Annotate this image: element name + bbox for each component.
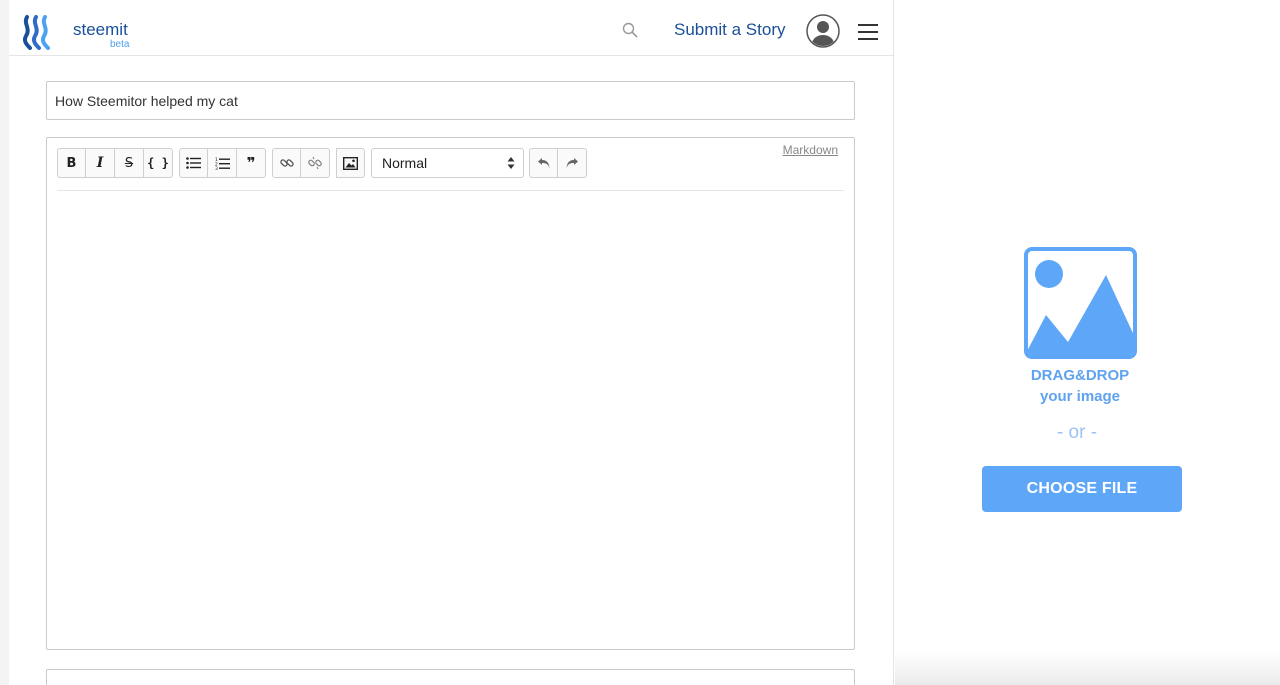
paragraph-format-value: Normal [382,155,428,171]
editor-content-area[interactable] [57,196,844,636]
markdown-toggle-link[interactable]: Markdown [783,143,838,157]
app-root: steemit beta Submit a Story How Steemito… [0,0,1280,685]
numbered-list-icon: 1 2 3 [215,157,230,170]
history-group [529,148,587,178]
select-arrows-icon [507,157,515,169]
redo-icon [566,158,578,168]
strikethrough-button[interactable]: S [115,148,144,178]
bold-button[interactable]: B [57,148,86,178]
rich-text-editor: Markdown B I S { } 1 2 3 ❞ Normal [46,137,855,650]
bottom-fade [895,650,1280,685]
image-icon [343,156,358,170]
redo-button[interactable] [558,148,587,178]
quote-button[interactable]: ❞ [237,148,266,178]
undo-button[interactable] [529,148,558,178]
brand-beta-label: beta [110,39,130,50]
top-header: steemit beta Submit a Story [9,6,893,56]
post-title-input[interactable]: How Steemitor helped my cat [46,81,855,120]
image-upload-panel: DRAG&DROP your image - or - CHOOSE FILE [895,0,1280,685]
undo-icon [537,158,549,168]
code-button[interactable]: { } [144,148,173,178]
unlink-button[interactable] [301,148,330,178]
image-placeholder-icon[interactable] [1024,247,1137,359]
svg-text:3: 3 [215,166,218,170]
link-button[interactable] [272,148,301,178]
italic-button[interactable]: I [86,148,115,178]
editor-column: steemit beta Submit a Story How Steemito… [0,0,894,685]
drag-drop-label: DRAG&DROP [1030,367,1130,384]
code-icon: { } [147,156,169,170]
search-icon[interactable] [622,22,638,38]
numbered-list-button[interactable]: 1 2 3 [208,148,237,178]
quote-icon: ❞ [246,154,256,172]
unlink-icon [308,156,322,170]
strikethrough-icon: S [124,155,134,171]
hamburger-menu-icon[interactable] [858,24,878,41]
italic-icon: I [96,155,104,171]
bullet-list-button[interactable] [179,148,208,178]
choose-file-button[interactable]: CHOOSE FILE [982,466,1182,512]
link-group [272,148,330,178]
brand-name[interactable]: steemit [73,20,128,40]
paragraph-format-select[interactable]: Normal [371,148,524,178]
toolbar-divider [57,190,844,191]
tags-input[interactable] [46,669,855,685]
insert-image-button[interactable] [336,148,365,178]
user-avatar-icon[interactable] [806,14,840,48]
bullet-list-icon [186,157,201,169]
drag-drop-sublabel: your image [1039,388,1121,405]
block-group: 1 2 3 ❞ [179,148,266,178]
text-style-group: B I S { } [57,148,173,178]
left-gutter [0,0,9,685]
link-icon [279,159,294,167]
image-group [336,148,365,178]
or-separator: - or - [1056,422,1098,443]
steemit-logo-icon[interactable] [21,14,57,50]
submit-story-link[interactable]: Submit a Story [674,20,786,40]
bold-icon: B [66,155,77,171]
